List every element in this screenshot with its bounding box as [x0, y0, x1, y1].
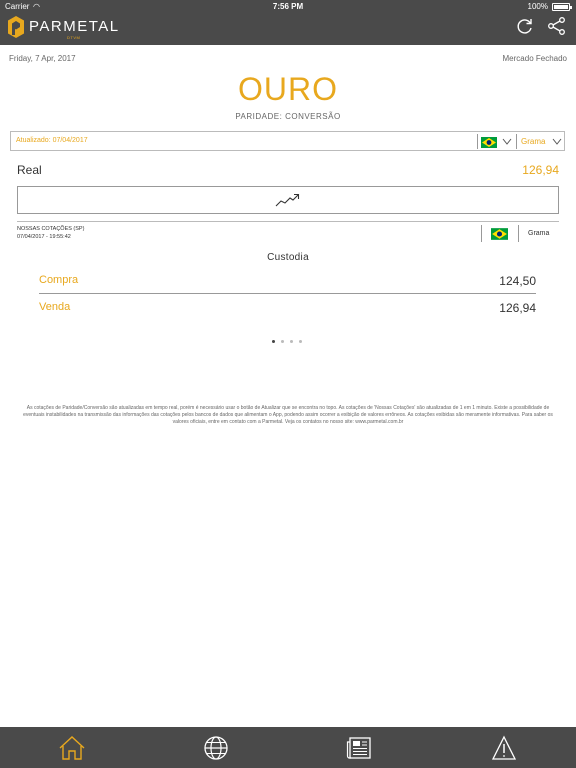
page-dot[interactable]	[281, 340, 284, 343]
status-bar: Carrier ◠ 7:56 PM 100%	[0, 0, 576, 12]
brazil-flag-icon[interactable]	[481, 137, 497, 148]
share-icon[interactable]	[547, 16, 567, 36]
current-date: Friday, 7 Apr, 2017	[9, 54, 76, 63]
page-title: OURO	[238, 71, 338, 107]
section-title: Custodia	[267, 252, 309, 263]
chevron-down-icon[interactable]	[552, 138, 562, 145]
divider	[516, 134, 517, 149]
refresh-icon[interactable]	[515, 16, 535, 36]
unit-select[interactable]: Grama	[521, 137, 545, 146]
page-dot[interactable]	[299, 340, 302, 343]
currency-value: 126,94	[522, 163, 559, 177]
alert-icon[interactable]	[491, 735, 517, 761]
divider	[518, 225, 519, 242]
updated-label: Atualizado: 07/04/2017	[16, 137, 88, 144]
chart-button[interactable]	[17, 186, 559, 214]
app-header: Carrier ◠ 7:56 PM 100% PARMETAL DTVM	[0, 0, 576, 45]
disclaimer-text: As cotações de Paridade/Conversão são at…	[23, 405, 553, 425]
brand-subtitle: DTVM	[67, 35, 81, 40]
battery-percent: 100%	[527, 2, 548, 11]
brazil-flag-icon	[491, 228, 508, 240]
chevron-down-icon[interactable]	[502, 138, 512, 145]
battery-icon	[552, 3, 572, 11]
quotes-unit: Grama	[528, 230, 550, 237]
divider	[481, 225, 482, 242]
divider	[477, 134, 478, 149]
divider	[17, 221, 559, 222]
market-status: Mercado Fechado	[502, 54, 567, 63]
buy-label: Compra	[39, 274, 79, 286]
divider	[39, 293, 536, 294]
quotes-timestamp: 07/04/2017 - 19:55:42	[17, 234, 71, 240]
conversion-filter-bar: Atualizado: 07/04/2017 Grama	[10, 131, 565, 151]
home-icon[interactable]	[59, 735, 85, 761]
globe-icon[interactable]	[203, 735, 229, 761]
buy-value: 124,50	[499, 274, 536, 288]
tab-bar	[0, 727, 576, 768]
currency-label: Real	[17, 163, 42, 177]
page-dot[interactable]	[272, 340, 275, 343]
brand-name: PARMETAL	[29, 18, 120, 35]
parmetal-logo-icon	[8, 16, 24, 38]
status-time: 7:56 PM	[272, 2, 304, 11]
sell-value: 126,94	[499, 301, 536, 315]
page-subtitle: PARIDADE: CONVERSÃO	[235, 112, 341, 121]
trend-chart-icon	[275, 193, 300, 207]
sell-label: Venda	[39, 301, 71, 313]
quotes-label: NOSSAS COTAÇÕES (SP)	[17, 226, 85, 232]
page-dot[interactable]	[290, 340, 293, 343]
news-icon[interactable]	[346, 735, 372, 761]
